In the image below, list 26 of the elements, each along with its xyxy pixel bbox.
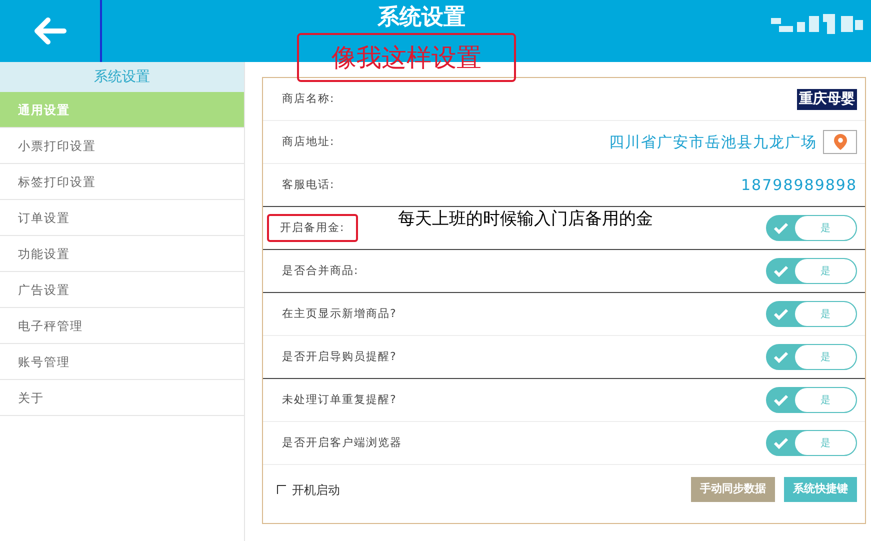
setting-label: 是否合并商品: (282, 262, 359, 279)
window-title: 系统设置 (378, 5, 466, 31)
setting-label: 开启备用金: (280, 220, 345, 236)
map-pin-icon (834, 134, 846, 150)
location-button[interactable] (823, 130, 857, 154)
check-icon (773, 351, 789, 363)
setting-label: 是否开启导购员提醒? (282, 348, 397, 365)
setting-label: 商店地址: (282, 134, 335, 150)
annotation-text: 每天上班的时候输入门店备用的金 (398, 208, 653, 231)
autostart-checkbox[interactable]: 开机启动 (277, 480, 340, 498)
setting-label: 客服电话: (282, 176, 335, 193)
check-icon (773, 437, 789, 449)
check-icon (773, 308, 789, 320)
setting-value: 重庆母婴 (797, 88, 857, 110)
check-icon (773, 222, 789, 234)
check-icon (773, 394, 789, 406)
setting-value: 四川省广安市岳池县九龙广场 (609, 132, 817, 153)
check-icon (773, 265, 789, 277)
setting-label: 商店名称: (282, 90, 335, 107)
setting-value: 18798989898 (741, 174, 857, 196)
setting-label: 是否开启客户端浏览器 (282, 434, 402, 451)
pixelated-logo-icon (771, 14, 863, 36)
back-arrow-icon (33, 17, 67, 45)
setting-label: 在主页显示新增商品? (282, 306, 397, 322)
setting-label: 未处理订单重复提醒? (282, 392, 397, 408)
sidebar-title: 系统设置 (94, 68, 150, 86)
